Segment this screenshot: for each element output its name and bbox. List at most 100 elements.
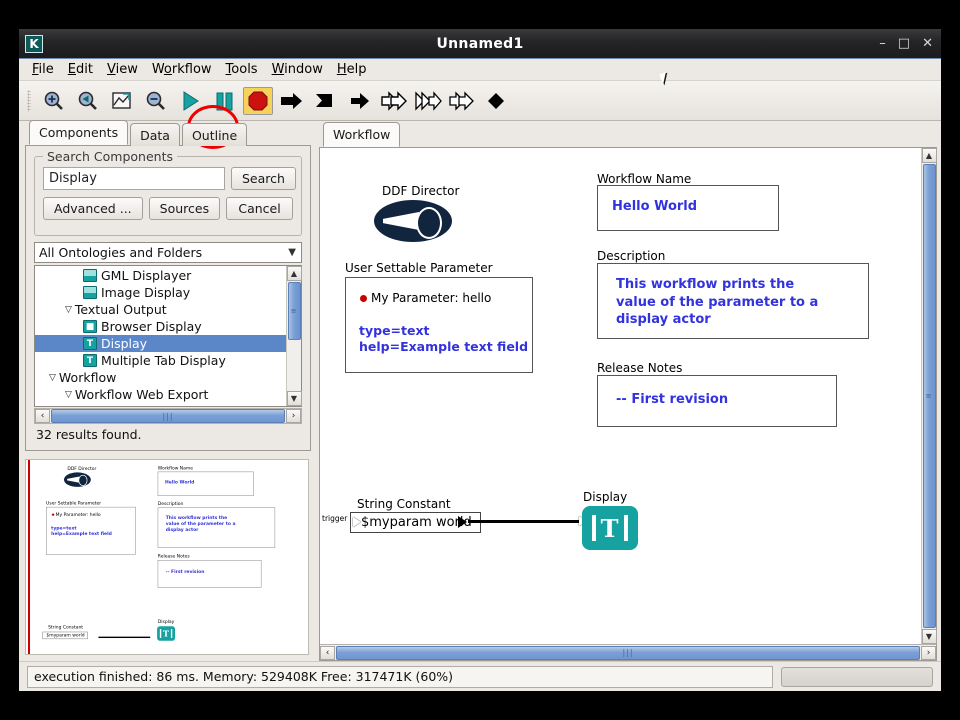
tree-vertical-scrollbar[interactable]: ▲ ≡ ▼: [286, 266, 302, 406]
component-tree[interactable]: GML Displayer Image Display ▽ Textual Ou…: [35, 266, 286, 406]
scroll-left-icon[interactable]: ‹: [35, 409, 50, 423]
ontology-select[interactable]: All Ontologies and Folders ▼: [34, 242, 302, 263]
tree-scroll-thumb[interactable]: ≡: [287, 282, 301, 340]
title-bar: K Unnamed1 – □ ✕: [19, 29, 941, 59]
string-constant-label: String Constant: [357, 497, 451, 511]
scroll-right-icon[interactable]: ›: [286, 409, 301, 423]
zoom-in-icon[interactable]: [37, 84, 71, 118]
thumb-display-actor: T: [157, 626, 176, 641]
menu-workflow[interactable]: Workflow: [145, 60, 219, 79]
string-constant-input-port[interactable]: [353, 517, 361, 527]
thumb-workflow-name-box: Hello World: [157, 471, 254, 496]
scroll-right-icon[interactable]: ›: [921, 645, 936, 660]
search-input[interactable]: [43, 167, 225, 190]
workflow-name-box[interactable]: Hello World: [597, 185, 779, 231]
pause-icon[interactable]: [207, 84, 241, 118]
menu-tools[interactable]: Tools: [219, 60, 265, 79]
thumb-parameter-title: User Settable Parameter: [46, 500, 102, 506]
menu-edit[interactable]: Edit: [61, 60, 100, 79]
tab-data[interactable]: Data: [130, 123, 180, 146]
connection-wire[interactable]: [468, 520, 583, 523]
scroll-left-icon[interactable]: ‹: [320, 645, 335, 660]
step-into-icon[interactable]: [343, 84, 377, 118]
tree-item-label: Workflow: [58, 370, 117, 385]
tree-item-workflow-web-export[interactable]: ▽ Workflow Web Export: [35, 386, 286, 403]
release-notes-box[interactable]: -- First revision: [597, 375, 837, 427]
thumb-release-notes-label: Release Notes: [157, 553, 190, 560]
thumb-description-label: Description: [157, 501, 184, 507]
component-tree-wrap: GML Displayer Image Display ▽ Textual Ou…: [34, 265, 302, 407]
tab-workflow[interactable]: Workflow: [323, 122, 401, 147]
tree-item-browser-display[interactable]: ■ Browser Display: [35, 318, 286, 335]
flag-icon[interactable]: [309, 84, 343, 118]
progress-bar: [781, 666, 933, 687]
ddf-director-icon[interactable]: [374, 200, 452, 242]
thumb-string-constant: $myparam world: [42, 631, 88, 640]
tree-item-display[interactable]: T Display: [35, 335, 286, 352]
tree-item-image-display[interactable]: Image Display: [35, 284, 286, 301]
workflow-thumbnail[interactable]: DDF Director User Settable Parameter My …: [25, 459, 309, 655]
fast-forward-icon[interactable]: [445, 84, 479, 118]
workflow-canvas[interactable]: DDF Director User Settable Parameter My …: [320, 148, 921, 644]
menu-view[interactable]: View: [100, 60, 145, 79]
tree-hscroll-thumb[interactable]: |||: [51, 409, 285, 423]
tree-item-textual-output[interactable]: ▽ Textual Output: [35, 301, 286, 318]
menu-window[interactable]: Window: [265, 60, 330, 79]
diamond-icon[interactable]: [479, 84, 513, 118]
stop-button[interactable]: [241, 84, 275, 118]
thumb-parameter-name: My Parameter: hello: [55, 512, 101, 518]
twisty-open-icon[interactable]: ▽: [65, 390, 72, 400]
canvas-scroll-thumb[interactable]: ≡: [922, 164, 936, 628]
workflow-name-label: Workflow Name: [597, 172, 692, 186]
twisty-open-icon[interactable]: ▽: [65, 305, 72, 315]
tree-horizontal-scrollbar[interactable]: ‹ ||| ›: [34, 408, 302, 424]
user-settable-parameter-box[interactable]: My Parameter: hello type=text help=Examp…: [345, 277, 533, 373]
thumb-wire: [98, 636, 151, 639]
close-icon[interactable]: ✕: [922, 37, 933, 50]
step-icon[interactable]: [275, 84, 309, 118]
menu-help[interactable]: Help: [330, 60, 374, 79]
string-constant-output-port[interactable]: [458, 516, 467, 528]
twisty-open-icon[interactable]: ▽: [49, 373, 56, 383]
tree-item-workflow[interactable]: ▽ Workflow: [35, 369, 286, 386]
tool-bar: [19, 81, 941, 121]
canvas-vertical-scrollbar[interactable]: ▲ ≡ ▼: [921, 148, 937, 644]
run-icon[interactable]: [173, 84, 207, 118]
maximize-icon[interactable]: □: [898, 37, 910, 50]
tree-item-multiple-tab-display[interactable]: T Multiple Tab Display: [35, 352, 286, 369]
advanced-button[interactable]: Advanced ...: [43, 197, 143, 220]
canvas-hscroll-thumb[interactable]: |||: [336, 645, 920, 660]
zoom-fit-icon[interactable]: [105, 84, 139, 118]
search-row: Search: [43, 167, 296, 190]
display-actor[interactable]: T: [582, 506, 638, 550]
status-message: execution finished: 86 ms. Memory: 52940…: [27, 665, 773, 688]
sources-button[interactable]: Sources: [148, 197, 221, 220]
thumb-display-glyph: T: [162, 628, 170, 639]
skip-icon[interactable]: [411, 84, 445, 118]
search-button[interactable]: Search: [231, 167, 296, 190]
canvas-horizontal-scrollbar[interactable]: ‹ ||| ›: [320, 644, 936, 660]
scroll-down-icon[interactable]: ▼: [286, 391, 302, 406]
scroll-up-icon[interactable]: ▲: [921, 148, 937, 163]
tab-outline[interactable]: Outline: [181, 123, 248, 146]
tree-item-gml-displayer[interactable]: GML Displayer: [35, 267, 286, 284]
release-notes-label: Release Notes: [597, 361, 683, 375]
trigger-port-label: trigger: [322, 514, 348, 523]
bar-left-icon: [159, 629, 162, 639]
scroll-up-icon[interactable]: ▲: [286, 266, 302, 281]
zoom-back-icon[interactable]: [71, 84, 105, 118]
zoom-out-icon[interactable]: [139, 84, 173, 118]
double-arrow-icon[interactable]: [377, 84, 411, 118]
tab-components[interactable]: Components: [29, 120, 129, 145]
text-icon: T: [83, 337, 97, 350]
image-icon: [83, 269, 97, 282]
cancel-button[interactable]: Cancel: [226, 197, 293, 220]
description-box[interactable]: This workflow prints the value of the pa…: [597, 263, 869, 339]
minimize-icon[interactable]: –: [879, 37, 886, 50]
scroll-down-icon[interactable]: ▼: [921, 629, 937, 644]
search-actions-row: Advanced ... Sources Cancel: [43, 197, 293, 220]
search-group-title: Search Components: [43, 149, 178, 164]
menu-file[interactable]: File: [25, 60, 61, 79]
toolbar-grip[interactable]: [27, 89, 31, 112]
stop-icon: [243, 86, 273, 115]
